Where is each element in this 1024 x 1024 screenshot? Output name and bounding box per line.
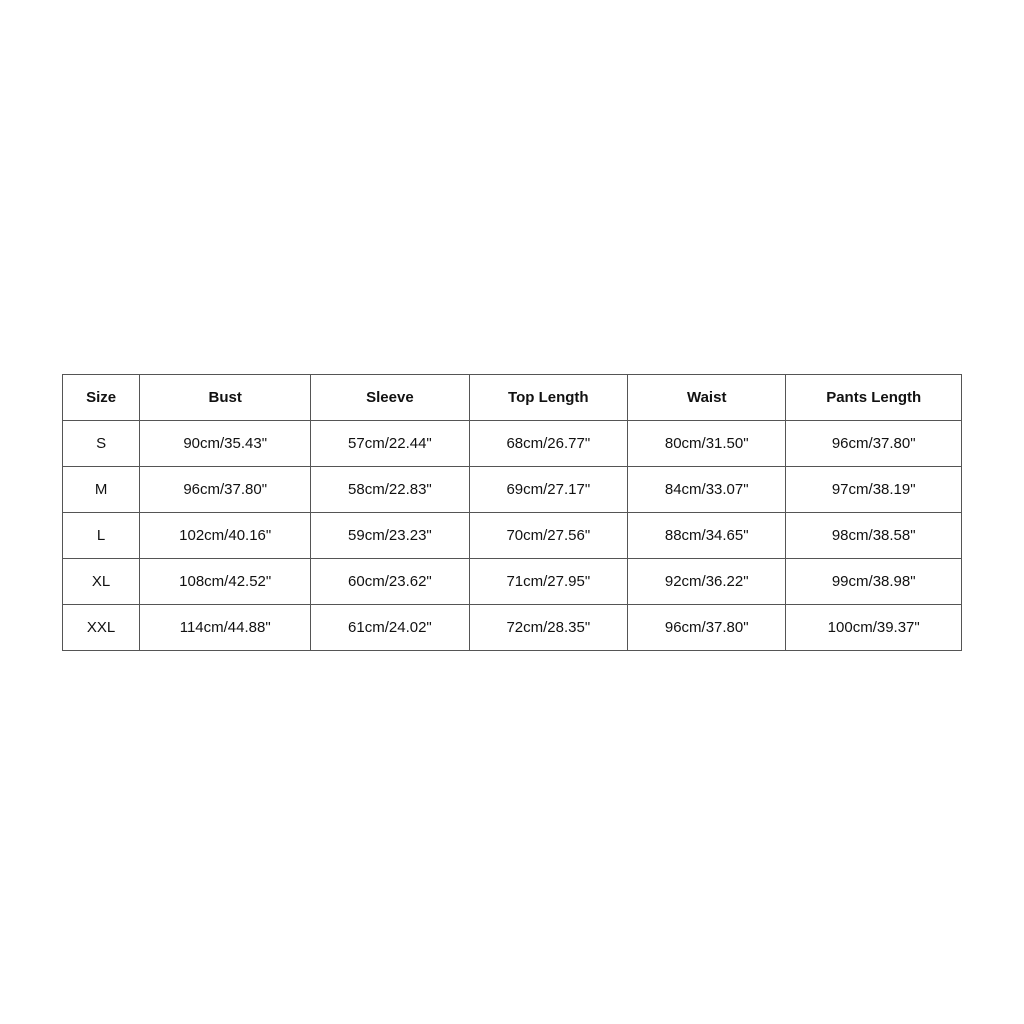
cell-sleeve-4: 61cm/24.02"	[311, 604, 469, 650]
cell-sleeve-2: 59cm/23.23"	[311, 512, 469, 558]
cell-size-1: M	[63, 466, 140, 512]
header-waist: Waist	[628, 374, 786, 420]
cell-bust-0: 90cm/35.43"	[140, 420, 311, 466]
cell-top_length-3: 71cm/27.95"	[469, 558, 627, 604]
cell-size-0: S	[63, 420, 140, 466]
table-row: XXL114cm/44.88"61cm/24.02"72cm/28.35"96c…	[63, 604, 962, 650]
cell-top_length-4: 72cm/28.35"	[469, 604, 627, 650]
cell-top_length-0: 68cm/26.77"	[469, 420, 627, 466]
cell-pants_length-4: 100cm/39.37"	[786, 604, 962, 650]
table-row: XL108cm/42.52"60cm/23.62"71cm/27.95"92cm…	[63, 558, 962, 604]
cell-pants_length-0: 96cm/37.80"	[786, 420, 962, 466]
cell-sleeve-3: 60cm/23.62"	[311, 558, 469, 604]
cell-bust-1: 96cm/37.80"	[140, 466, 311, 512]
cell-waist-0: 80cm/31.50"	[628, 420, 786, 466]
cell-bust-2: 102cm/40.16"	[140, 512, 311, 558]
header-top-length: Top Length	[469, 374, 627, 420]
size-chart-container: Size Bust Sleeve Top Length Waist Pants …	[62, 374, 962, 651]
cell-pants_length-3: 99cm/38.98"	[786, 558, 962, 604]
cell-top_length-2: 70cm/27.56"	[469, 512, 627, 558]
table-row: S90cm/35.43"57cm/22.44"68cm/26.77"80cm/3…	[63, 420, 962, 466]
cell-bust-3: 108cm/42.52"	[140, 558, 311, 604]
table-header-row: Size Bust Sleeve Top Length Waist Pants …	[63, 374, 962, 420]
table-row: M96cm/37.80"58cm/22.83"69cm/27.17"84cm/3…	[63, 466, 962, 512]
cell-waist-4: 96cm/37.80"	[628, 604, 786, 650]
header-pants-length: Pants Length	[786, 374, 962, 420]
header-size: Size	[63, 374, 140, 420]
cell-sleeve-0: 57cm/22.44"	[311, 420, 469, 466]
cell-size-4: XXL	[63, 604, 140, 650]
cell-top_length-1: 69cm/27.17"	[469, 466, 627, 512]
header-sleeve: Sleeve	[311, 374, 469, 420]
cell-pants_length-2: 98cm/38.58"	[786, 512, 962, 558]
cell-size-2: L	[63, 512, 140, 558]
header-bust: Bust	[140, 374, 311, 420]
cell-waist-2: 88cm/34.65"	[628, 512, 786, 558]
cell-bust-4: 114cm/44.88"	[140, 604, 311, 650]
cell-waist-3: 92cm/36.22"	[628, 558, 786, 604]
table-row: L102cm/40.16"59cm/23.23"70cm/27.56"88cm/…	[63, 512, 962, 558]
cell-pants_length-1: 97cm/38.19"	[786, 466, 962, 512]
size-chart-table: Size Bust Sleeve Top Length Waist Pants …	[62, 374, 962, 651]
cell-size-3: XL	[63, 558, 140, 604]
cell-waist-1: 84cm/33.07"	[628, 466, 786, 512]
cell-sleeve-1: 58cm/22.83"	[311, 466, 469, 512]
